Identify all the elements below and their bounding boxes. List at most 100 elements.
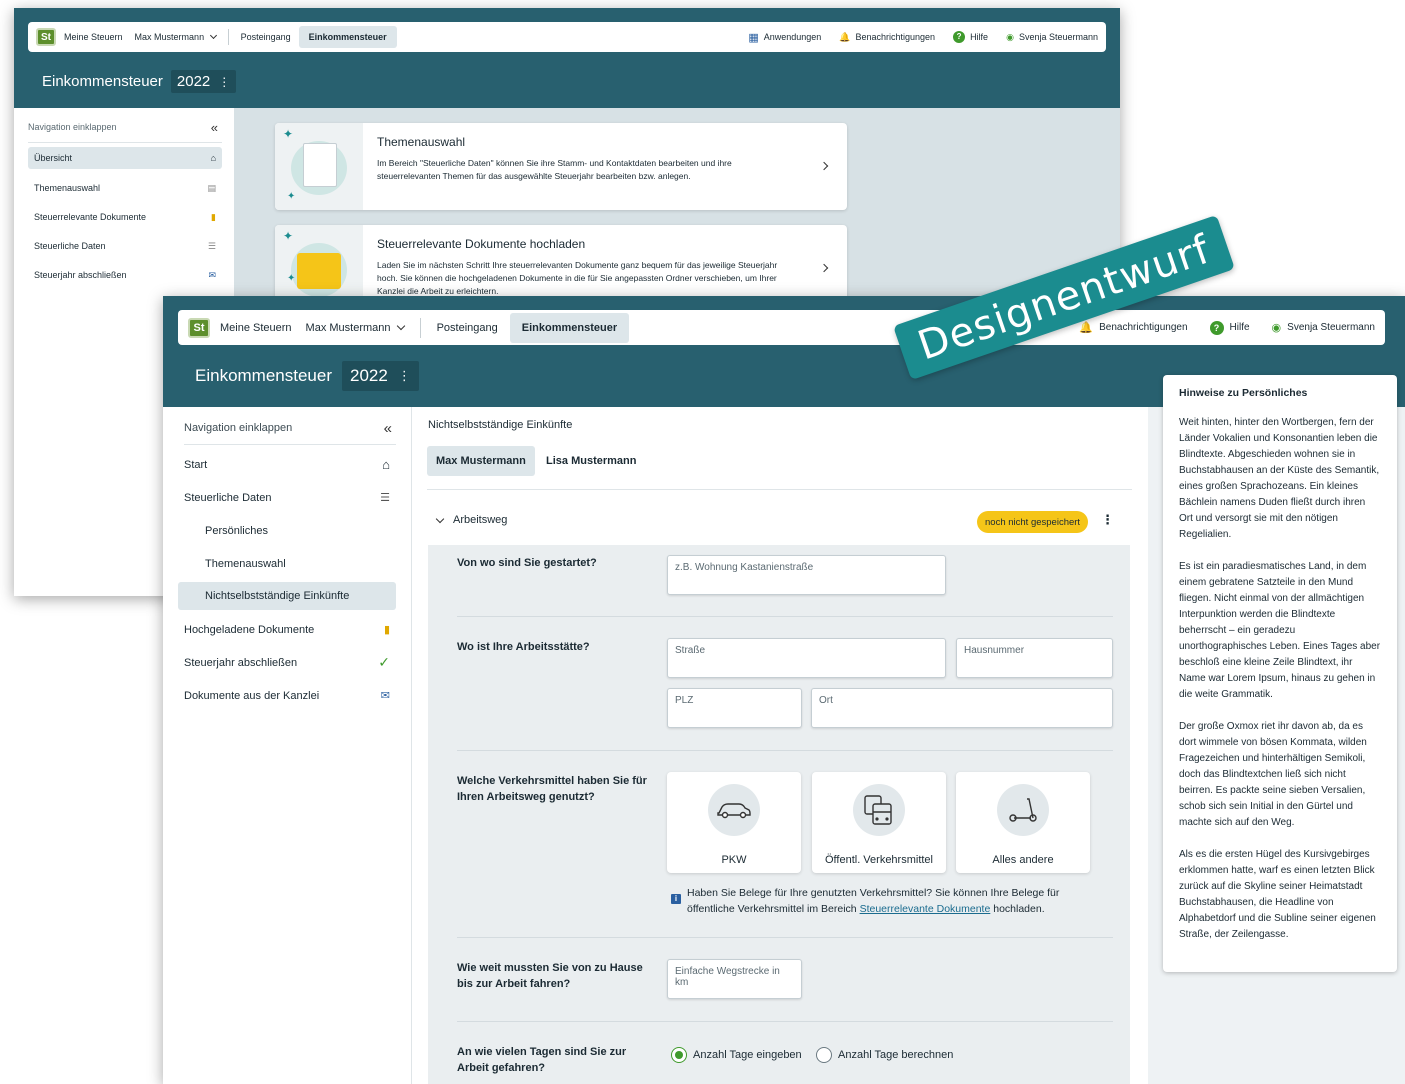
collapse-navigation[interactable]: Navigation einklappen « [28,118,218,136]
user-icon: ◉ [1271,322,1282,334]
collapse-label: Navigation einklappen [184,422,293,434]
question-workplace: Wo ist Ihre Arbeitsstätte? [457,641,590,653]
sidebar-item-abschliessen[interactable]: Steuerjahr abschließen ✉ [28,264,222,286]
tile-label: Alles andere [992,854,1054,866]
nav-posteingang[interactable]: Posteingang [437,322,498,334]
tab-lisa-mustermann[interactable]: Lisa Mustermann [546,446,636,476]
info-link-dokumente[interactable]: Steuerrelevante Dokumente [860,903,991,915]
card-text: Laden Sie im nächsten Schritt Ihre steue… [377,260,778,296]
bell-icon: 🔔 [1079,322,1094,334]
info-note: i Haben Sie Belege für Ihre genutzten Ve… [671,885,1101,917]
city-input[interactable]: Ort [811,688,1113,728]
home-icon: ⌂ [382,457,390,472]
sidebar-item-label: Steuerjahr abschließen [184,656,298,669]
sidebar-item-themenauswahl[interactable]: Themenauswahl ▤ [28,177,222,199]
checkmark-icon: ✓ [378,654,390,670]
accordion-arbeitsweg[interactable]: Arbeitsweg [435,514,508,526]
sidebar-item-nichtselbststaendige-einkuenfte[interactable]: Nichtselbstständige Einkünfte [178,582,396,610]
sidebar-item-label: Steuerjahr abschließen [34,270,127,280]
list-icon: ☰ [207,240,216,251]
user-menu[interactable]: Max Mustermann [306,321,405,334]
grid-icon: ▦ [748,31,759,44]
apps-button[interactable]: ▦ Anwendungen [748,31,821,44]
question-distance: Wie weit mussten Sie von zu Hause bis zu… [457,962,643,990]
distance-input[interactable]: Einfache Wegstrecke in km [667,959,802,999]
notifications-label: Benachrichtigungen [855,32,936,42]
radio-anzahl-eingeben[interactable]: Anzahl Tage eingeben [671,1047,802,1063]
top-navigation: St Meine Steuern Max Mustermann Posteing… [28,22,1106,52]
sidebar-item-label: Nichtselbstständige Einkünfte [205,590,350,602]
notifications-button[interactable]: 🔔 Benachrichtigungen [839,32,935,43]
collapse-label: Navigation einklappen [28,122,117,132]
sidebar-item-label: Themenauswahl [205,557,286,570]
status-badge: noch nicht gespeichert [977,511,1089,533]
year-label: 2022 [176,73,211,90]
document-icon: ▤ [207,182,216,193]
question-start: Von wo sind Sie gestartet? [457,557,597,569]
user-profile-button[interactable]: ◉ Svenja Steuermann [1272,321,1375,334]
question-days: An wie vielen Tagen sind Sie zur Arbeit … [457,1046,627,1074]
page-title: Einkommensteuer [42,73,163,90]
app-logo[interactable]: St [36,28,56,46]
collapse-navigation[interactable]: Navigation einklappen « [184,417,392,439]
more-options-icon[interactable]: ⋮ [1101,512,1114,528]
sidebar-item-persoenliches[interactable]: Persönliches [178,517,396,544]
sidebar-item-steuerliche-daten[interactable]: Steuerliche Daten ☰ [178,484,396,511]
notifications-button[interactable]: 🔔 Benachrichtigungen [1079,321,1187,334]
card-themenauswahl[interactable]: ✦ ✦ Themenauswahl Im Bereich "Steuerlich… [275,123,847,210]
tile-label: PKW [721,854,747,866]
chevron-right-icon [819,161,829,171]
transport-tile-oepnv[interactable]: Öffentl. Verkehrsmittel [812,772,946,873]
sidebar-item-steuerjahr-abschliessen[interactable]: Steuerjahr abschließen ✓ [178,649,396,676]
scooter-icon-circle [997,784,1049,836]
divider [227,29,229,45]
info-icon: i [671,894,681,904]
bus-icon-circle [853,784,905,836]
help-icon: ? [953,31,966,43]
start-location-input[interactable]: z.B. Wohnung Kastanienstraße [667,555,946,595]
notifications-label: Benachrichtigungen [1099,322,1188,333]
user-icon: ◉ [1006,31,1014,42]
help-label: Hilfe [1229,322,1250,333]
street-input[interactable]: Straße [667,638,946,678]
sidebar-item-label: Dokumente aus der Kanzlei [184,689,320,702]
card-illustration: ✦ ✦ [275,123,363,210]
help-button[interactable]: ? Hilfe [1209,320,1250,335]
accordion-title: Arbeitsweg [453,514,508,526]
radio-anzahl-berechnen[interactable]: Anzahl Tage berechnen [816,1047,953,1063]
sidebar-item-hochgeladene-dokumente[interactable]: Hochgeladene Dokumente ▮ [178,616,396,643]
sparkle-icon: ✦ [283,127,294,141]
sidebar-item-label: Steuerliche Daten [34,241,106,251]
transport-tile-pkw[interactable]: PKW [667,772,801,873]
divider [457,1021,1113,1022]
sparkle-icon: ✦ [287,273,296,284]
nav-meine-steuern[interactable]: Meine Steuern [220,322,292,334]
user-menu[interactable]: Max Mustermann [135,31,217,42]
tab-max-mustermann[interactable]: Max Mustermann [427,446,535,476]
sparkle-icon: ✦ [287,191,296,202]
nav-einkommensteuer[interactable]: Einkommensteuer [509,312,630,343]
sidebar-item-dokumente[interactable]: Steuerrelevante Dokumente ▮ [28,206,222,228]
postal-code-input[interactable]: PLZ [667,688,802,728]
sidebar-item-start[interactable]: Start ⌂ [178,451,396,478]
transport-tile-andere[interactable]: Alles andere [956,772,1090,873]
sidebar-item-steuerliche-daten[interactable]: Steuerliche Daten ☰ [28,235,222,257]
nav-einkommensteuer[interactable]: Einkommensteuer [298,26,397,48]
year-selector[interactable]: 2022 ⋮ [342,361,419,391]
sidebar-item-uebersicht[interactable]: Übersicht ⌂ [28,147,222,169]
house-number-input[interactable]: Hausnummer [956,638,1113,678]
help-button[interactable]: ? Hilfe [953,31,988,43]
nav-posteingang[interactable]: Posteingang [241,32,291,42]
card-title: Steuerrelevante Dokumente hochladen [377,237,586,251]
sidebar-item-dokumente-kanzlei[interactable]: Dokumente aus der Kanzlei ✉ [178,682,396,709]
folder-illustration-icon [297,253,341,289]
year-selector[interactable]: 2022 ⋮ [170,70,237,93]
list-icon: ☰ [380,492,390,504]
page-title-bar: Einkommensteuer 2022 ⋮ [42,70,237,93]
nav-meine-steuern[interactable]: Meine Steuern [64,32,123,42]
sidebar-item-label: Themenauswahl [34,183,101,193]
user-profile-button[interactable]: ◉ Svenja Steuermann [1006,32,1098,43]
sidebar-item-themenauswahl[interactable]: Themenauswahl [178,550,396,577]
radio-unselected-icon [816,1047,832,1063]
app-logo[interactable]: St [188,317,210,338]
